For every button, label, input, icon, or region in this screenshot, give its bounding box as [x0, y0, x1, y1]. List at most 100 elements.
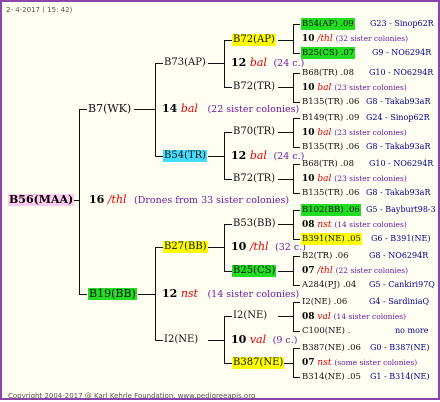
gen1-top-mark: bal: [180, 102, 198, 115]
connector: [134, 109, 156, 110]
connector: [293, 285, 300, 286]
connector: [293, 164, 300, 165]
gen4-drone-code: G5 - Cankiri97Q: [369, 280, 435, 289]
gen2-num: 12: [231, 56, 247, 69]
gen1-bottom-drone-line: 12 nst (14 sister colonies): [162, 288, 299, 301]
connector: [208, 340, 225, 341]
connector: [278, 271, 294, 272]
connector: [155, 247, 163, 248]
gen4-drone[interactable]: A284(PJ) .04: [302, 279, 356, 291]
gen4-num: 07: [302, 358, 315, 368]
gen1-top-queen[interactable]: B7(WK): [88, 103, 131, 115]
gen4-drone[interactable]: B135(TR) .06: [302, 96, 359, 108]
gen4-drone-code: G6 - B391(NE): [371, 234, 431, 243]
gen4-queen-code: G0 - B387(NE): [370, 343, 430, 352]
gen4-num: 10: [302, 174, 315, 184]
gen4-mark: /thl: [317, 34, 333, 44]
pedigree-frame: { "header": {"date": "2- 4-2017 ( 15: 42…: [0, 0, 440, 400]
subject-drone-line: 16 /thl (Drones from 33 sister colonies): [89, 194, 289, 207]
gen4-drone[interactable]: C100(NE) .: [302, 325, 350, 337]
gen4-queen[interactable]: B54(AP) .09: [301, 18, 355, 30]
gen4-drone[interactable]: B391(NE) .05: [301, 233, 362, 245]
gen2-mark: bal: [249, 149, 267, 162]
gen4-mark: nst: [317, 358, 332, 368]
gen4-num: 10: [302, 34, 315, 44]
gen4-drone-line: 07 nst (some sister colonies): [302, 357, 417, 369]
gen2-note: (24 c.): [273, 151, 305, 162]
gen4-queen[interactable]: B68(TR) .08: [302, 67, 354, 79]
connector: [155, 63, 163, 64]
gen4-drone-code: no more: [395, 326, 429, 335]
connector: [278, 132, 294, 133]
gen4-note: (14 sister colonies): [334, 220, 407, 229]
gen4-drone-line: 10 bal (23 sister colonies): [302, 173, 407, 185]
gen3-queen-4[interactable]: B53(BB): [233, 218, 276, 230]
gen4-note: (22 sister colonies): [335, 266, 409, 275]
gen1-bottom-queen[interactable]: B19(BB): [88, 288, 137, 300]
gen4-mark: /thl: [317, 266, 333, 276]
connector: [224, 87, 232, 88]
gen2-queen-1[interactable]: B54(TR): [163, 150, 208, 162]
connector: [293, 53, 300, 54]
gen4-queen-code: G24 - Sinop62R: [366, 113, 430, 122]
gen2-queen-0[interactable]: B73(AP): [164, 57, 206, 69]
gen2-queen-3[interactable]: I2(NE): [164, 334, 198, 346]
connector: [293, 377, 300, 378]
gen3-queen-5[interactable]: B25(CS): [232, 265, 277, 277]
connector: [278, 40, 294, 41]
gen4-drone-line: 08 nst (14 sister colonies): [302, 219, 407, 231]
gen4-queen[interactable]: B68(TR) .08: [302, 158, 354, 170]
connector: [224, 271, 232, 272]
gen3-queen-1[interactable]: B72(TR): [233, 81, 275, 93]
gen4-queen[interactable]: B102(BB) .06: [301, 204, 361, 216]
gen4-drone[interactable]: B314(NE) .05: [302, 371, 361, 383]
gen2-queen-2[interactable]: B27(BB): [163, 241, 208, 253]
connector: [293, 24, 294, 53]
gen4-mark: bal: [317, 83, 332, 93]
gen4-note: (32 sister colonies): [335, 34, 409, 43]
gen3-queen-2[interactable]: B70(TR): [233, 126, 275, 138]
gen3-queen-7[interactable]: B387(NE): [232, 357, 285, 369]
gen4-num: 10: [302, 128, 315, 138]
connector: [224, 179, 232, 180]
gen4-queen[interactable]: B149(TR) .09: [302, 112, 359, 124]
connector: [74, 200, 80, 201]
gen3-queen-3[interactable]: B72(TR): [233, 173, 275, 185]
gen4-drone-line: 10 bal (23 sister colonies): [302, 127, 407, 139]
gen4-mark: bal: [317, 174, 332, 184]
gen4-drone[interactable]: B25(CS) .07: [301, 47, 356, 59]
gen4-queen[interactable]: B387(NE) .06: [302, 342, 361, 354]
gen4-drone[interactable]: B135(TR) .06: [302, 141, 359, 153]
connector: [79, 294, 87, 295]
gen4-queen[interactable]: B2(TR) .06: [302, 250, 349, 262]
gen4-queen[interactable]: I2(NE) .06: [302, 296, 347, 308]
gen2-drone-line-3: 10 val (9 c.): [231, 334, 297, 347]
gen4-drone-code: G8 - Takab93aR: [366, 188, 431, 197]
gen4-note: (23 sister colonies): [334, 83, 407, 92]
gen4-drone-line: 10 bal (23 sister colonies): [302, 82, 407, 94]
gen4-note: (some sister colonies): [334, 358, 418, 367]
gen2-mark: val: [249, 333, 267, 346]
connector: [79, 109, 87, 110]
connector: [224, 224, 232, 225]
gen3-queen-0[interactable]: B72(AP): [232, 34, 276, 46]
gen4-queen-code: G10 - NO6294R: [369, 68, 434, 77]
connector: [293, 348, 300, 349]
connector: [208, 63, 225, 64]
gen2-num: 10: [231, 333, 247, 346]
gen3-queen-6[interactable]: I2(NE): [233, 310, 267, 322]
connector: [293, 193, 300, 194]
gen4-drone[interactable]: B135(TR) .06: [302, 187, 359, 199]
connector: [293, 239, 300, 240]
connector: [293, 118, 300, 119]
subject-queen-id[interactable]: B56(MAA): [8, 194, 75, 206]
gen1-bottom-mark: nst: [180, 287, 198, 300]
gen4-mark: bal: [317, 128, 332, 138]
gen2-num: 12: [231, 149, 247, 162]
copyright-footer: Copyright 2004-2017 @ Karl Kehrle Founda…: [8, 392, 256, 400]
gen4-note: (14 sister colonies): [333, 312, 407, 321]
gen1-bottom-note: (14 sister colonies): [207, 289, 300, 300]
subject-gen-number: 16: [89, 193, 105, 206]
gen2-note: (9 c.): [272, 335, 298, 346]
gen2-drone-line-2: 10 /thl (32 c.): [231, 241, 306, 254]
